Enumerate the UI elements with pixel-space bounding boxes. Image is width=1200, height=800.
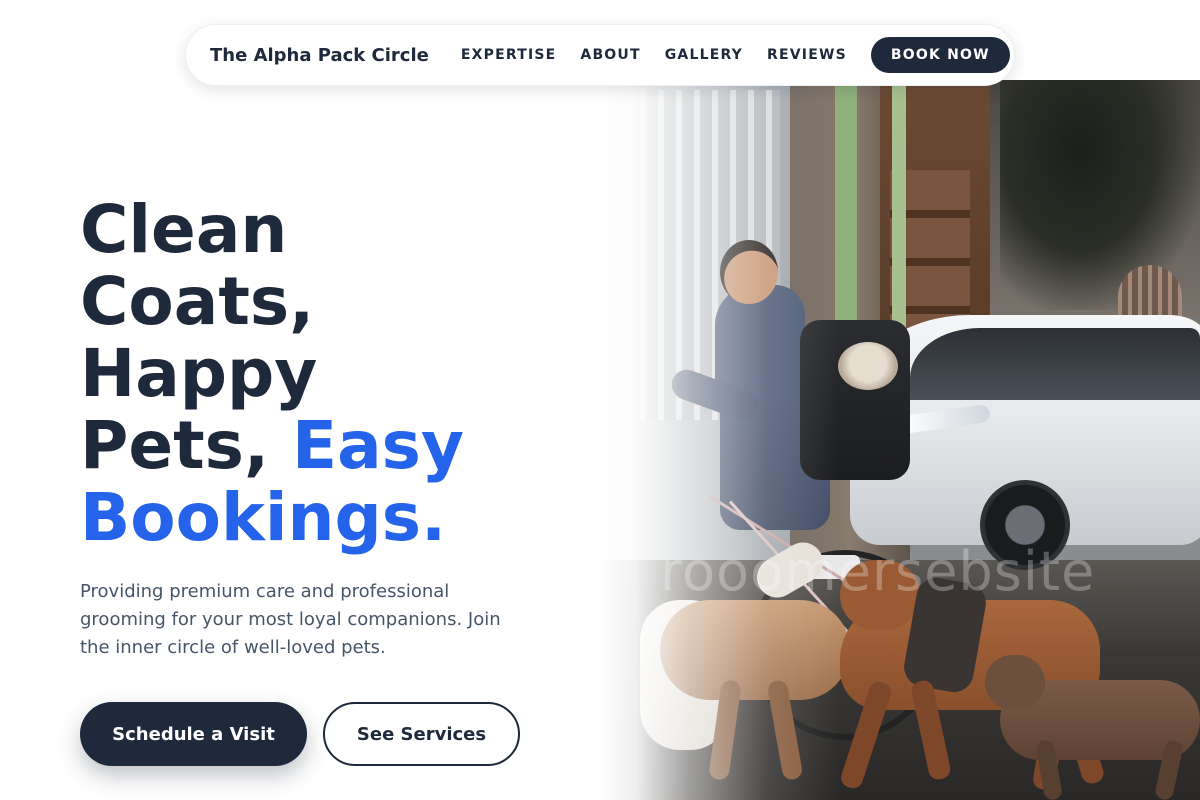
- hero-subtitle: Providing premium care and professional …: [80, 581, 501, 658]
- nav-link-expertise[interactable]: EXPERTISE: [461, 47, 557, 63]
- headline-line: Pets,: [80, 407, 293, 484]
- nav-link-gallery[interactable]: GALLERY: [665, 47, 743, 63]
- headline-line: Coats,: [80, 263, 315, 340]
- nav-link-about[interactable]: ABOUT: [580, 47, 640, 63]
- brand-logo-text[interactable]: The Alpha Pack Circle: [210, 45, 429, 66]
- hero-image: rooomersebsite: [600, 80, 1200, 800]
- headline-accent: Bookings.: [80, 479, 447, 556]
- headline-accent: Easy: [292, 407, 464, 484]
- schedule-visit-button[interactable]: Schedule a Visit: [80, 702, 307, 766]
- headline-line: Happy: [80, 335, 318, 412]
- see-services-button[interactable]: See Services: [323, 702, 520, 766]
- nav-link-reviews[interactable]: REVIEWS: [767, 47, 847, 63]
- top-navbar: The Alpha Pack Circle EXPERTISE ABOUT GA…: [185, 24, 1015, 86]
- hero-image-fade: [600, 80, 1200, 800]
- hero-headline: Clean Coats, Happy Pets, Easy Bookings.: [80, 194, 600, 554]
- book-now-button[interactable]: BOOK NOW: [870, 37, 1010, 73]
- headline-line: Clean: [80, 191, 288, 268]
